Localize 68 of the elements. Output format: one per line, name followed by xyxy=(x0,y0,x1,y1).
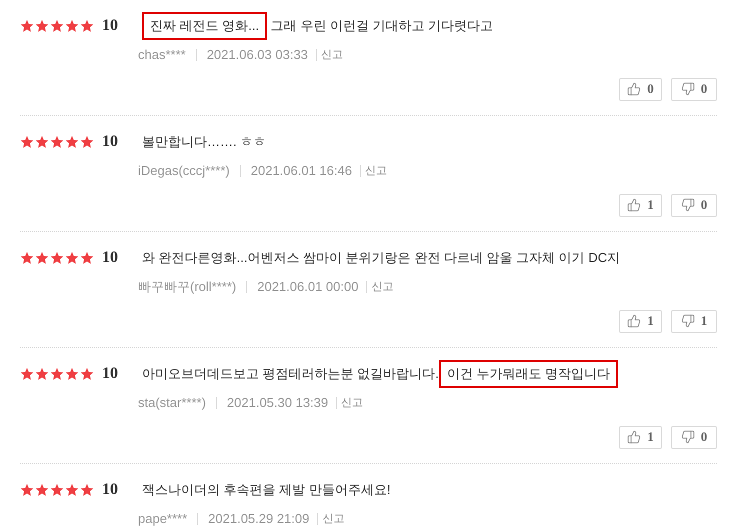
review-date: 2021.06.01 00:00 xyxy=(257,278,358,296)
star-icon xyxy=(80,251,94,265)
rating-score: 10 xyxy=(102,364,119,384)
star-icon xyxy=(65,483,79,497)
star-icon xyxy=(65,135,79,149)
report-link[interactable]: 신고 xyxy=(320,46,343,63)
dislike-button[interactable]: 0 xyxy=(671,194,717,216)
star-icon xyxy=(20,19,34,33)
thumbs-down-icon xyxy=(680,430,695,444)
username: 빠꾸빠꾸(roll****) xyxy=(138,278,236,296)
star-icon xyxy=(80,19,94,33)
star-icon xyxy=(35,251,49,265)
thumbs-down-icon xyxy=(680,82,695,96)
dislike-button[interactable]: 0 xyxy=(671,426,717,448)
report-link[interactable]: 신고 xyxy=(371,278,394,295)
star-icon xyxy=(20,135,34,149)
highlight-box: 진짜 레전드 영화... xyxy=(142,12,268,40)
like-button[interactable]: 1 xyxy=(619,310,662,332)
username: pape**** xyxy=(138,510,188,528)
username: iDegas(cccj****) xyxy=(138,162,230,180)
star-icon xyxy=(35,367,49,381)
thumbs-up-icon xyxy=(627,430,642,444)
star-icon xyxy=(50,251,64,265)
like-button[interactable]: 1 xyxy=(619,194,662,216)
star-icon xyxy=(20,251,34,265)
thumbs-down-icon xyxy=(680,198,695,212)
like-button[interactable]: 0 xyxy=(619,78,662,100)
star-icon xyxy=(20,367,34,381)
like-button[interactable]: 1 xyxy=(619,426,662,448)
star-icon xyxy=(65,367,79,381)
star-icon xyxy=(50,367,64,381)
rating-score: 10 xyxy=(102,16,119,36)
dislike-button[interactable]: 1 xyxy=(671,310,717,332)
star-icon xyxy=(35,19,49,33)
star-icon xyxy=(35,483,49,497)
review-date: 2021.05.30 13:39 xyxy=(226,394,328,412)
rating-score: 10 xyxy=(102,248,119,268)
star-icon xyxy=(80,367,94,381)
comment-text: 와 완전다른영화...어벤저스 쌈마이 분위기랑은 완전 다르네 암울 그자체 이기 DC지 xyxy=(142,249,620,268)
comment-text: 아미오브더데드보고 평점테러하는분 없길바랍니다. xyxy=(142,365,439,384)
rating-score: 10 xyxy=(102,480,119,500)
star-icon xyxy=(50,483,64,497)
rating-score: 10 xyxy=(102,132,119,152)
dislike-button[interactable]: 0 xyxy=(671,78,717,100)
star-icon xyxy=(80,483,94,497)
report-link[interactable]: 신고 xyxy=(322,510,344,527)
highlight-box: 이건 누가뭐래도 명작입니다 xyxy=(438,360,618,388)
review-date: 2021.05.29 21:09 xyxy=(208,510,310,528)
username: sta(star****) xyxy=(138,394,206,412)
star-icon xyxy=(65,251,79,265)
thumbs-down-icon xyxy=(680,314,695,328)
star-icon xyxy=(80,135,94,149)
username: chas**** xyxy=(138,46,186,64)
star-icon xyxy=(50,19,64,33)
star-icon xyxy=(50,135,64,149)
thumbs-up-icon xyxy=(627,198,642,212)
star-icon xyxy=(35,135,49,149)
review-date: 2021.06.03 03:33 xyxy=(206,46,308,64)
review-date: 2021.06.01 16:46 xyxy=(250,162,352,180)
star-icon xyxy=(20,483,34,497)
report-link[interactable]: 신고 xyxy=(364,162,387,179)
comment-text: 그래 우린 이런걸 기대하고 기다렷다고 xyxy=(270,17,494,36)
comment-text: 볼만합니다……. ㅎㅎ xyxy=(142,133,266,152)
star-icon xyxy=(65,19,79,33)
thumbs-up-icon xyxy=(627,82,642,96)
report-link[interactable]: 신고 xyxy=(341,394,364,411)
thumbs-up-icon xyxy=(627,314,642,328)
comment-text: 잭스나이더의 후속편을 제발 만들어주세요! xyxy=(142,481,390,500)
